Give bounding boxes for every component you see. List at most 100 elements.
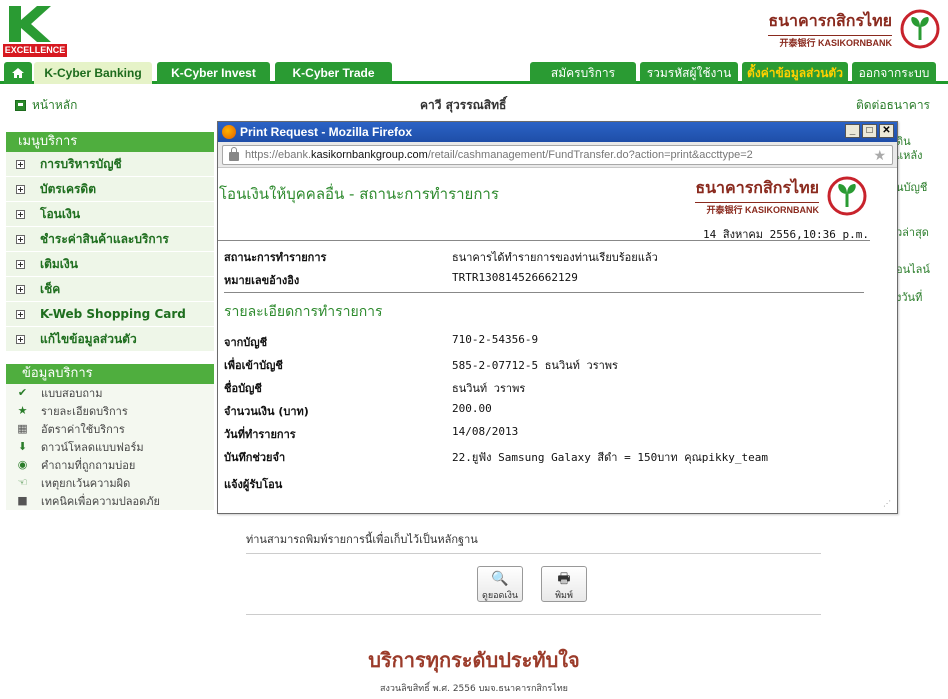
lock-icon: [229, 146, 239, 161]
svc-item-label: เหตุยกเว้นความผิด: [41, 477, 131, 490]
bank-name-thai: ธนาคารกสิกรไทย: [695, 178, 819, 197]
service-menu-title: เมนูบริการ: [6, 132, 214, 152]
detail-label: เพื่อเข้าบัญชี: [224, 359, 283, 372]
check-icon: ✔: [17, 386, 28, 399]
menu-item-shopping-card[interactable]: K-Web Shopping Card: [6, 302, 214, 327]
detail-value: 200.00: [452, 402, 492, 415]
svc-item-label: เทคนิคเพื่อความปลอดภัย: [41, 495, 160, 508]
kbank-excellence-logo: EXCELLENCE: [3, 4, 67, 58]
menu-item-label: เติมเงิน: [40, 256, 78, 271]
faq-icon: ◉: [17, 458, 28, 471]
print-button[interactable]: 🖶 พิมพ์: [541, 566, 587, 602]
expand-icon: [16, 234, 25, 244]
svc-item-details[interactable]: ★ รายละเอียดบริการ: [6, 402, 214, 420]
lock-icon: ■: [17, 494, 28, 507]
bank-name-english: 开泰银行 KASIKORNBANK: [768, 35, 892, 49]
svc-item-security[interactable]: ■ เทคนิคเพื่อความปลอดภัย: [6, 492, 214, 510]
detail-label: บันทึกช่วยจำ: [224, 451, 286, 464]
home-link[interactable]: หน้าหลัก: [15, 96, 77, 115]
service-info-title: ข้อมูลบริการ: [6, 364, 214, 384]
main-tab-bar: K-Cyber Banking K-Cyber Invest K-Cyber T…: [0, 62, 948, 84]
url-path: /retail/cashmanagement/FundTransfer.do?a…: [427, 149, 753, 161]
slogan: บริการทุกระดับประทับใจ: [368, 648, 580, 672]
calculator-icon: ▦: [17, 422, 28, 435]
url-prefix: https://ebank.: [245, 149, 312, 161]
url-host: kasikornbankgroup.com: [311, 149, 428, 161]
menu-item-edit-profile[interactable]: แก้ไขข้อมูลส่วนตัว: [6, 327, 214, 352]
svc-item-download[interactable]: ⬇ ดาวน์โหลดแบบฟอร์ม: [6, 438, 214, 456]
tab-k-cyber-invest[interactable]: K-Cyber Invest: [157, 62, 270, 84]
excellence-tag: EXCELLENCE: [3, 44, 67, 57]
bank-name-english: 开泰银行 KASIKORNBANK: [695, 202, 819, 216]
bookmark-star-icon[interactable]: ★: [873, 147, 886, 164]
menu-item-account-management[interactable]: การบริหารบัญชี: [6, 152, 214, 177]
maximize-button[interactable]: □: [862, 124, 877, 138]
home-square-icon: [15, 100, 26, 111]
sub-bar: หน้าหลัก คาวี สุวรรณสิทธิ์ ติดต่อธนาคาร: [0, 88, 948, 118]
print-request-window: Print Request - Mozilla Firefox _ □ ✕ ht…: [217, 121, 898, 514]
star-icon: ★: [17, 404, 28, 417]
svc-item-disclaimer[interactable]: ☜ เหตุยกเว้นความผิด: [6, 474, 214, 492]
reference-label: หมายเลขอ้างอิง: [224, 274, 300, 287]
expand-icon: [16, 259, 25, 269]
view-balance-label: ดูยอดเงิน: [482, 591, 518, 601]
fragment-text: ังวันที่: [896, 291, 923, 304]
download-icon: ⬇: [17, 440, 28, 453]
tab-k-cyber-banking[interactable]: K-Cyber Banking: [34, 62, 152, 84]
tab-user-ids[interactable]: รวมรหัสผู้ใช้งาน: [640, 62, 738, 84]
reference-value: TRTR130814526662129: [452, 271, 578, 284]
svc-item-survey[interactable]: ✔ แบบสอบถาม: [6, 384, 214, 402]
print-page-content: โอนเงินให้บุคคลอื่น - สถานะการทำรายการ ธ…: [218, 168, 897, 513]
menu-item-transfer[interactable]: โอนเงิน: [6, 202, 214, 227]
detail-label: จำนวนเงิน (บาท): [224, 405, 309, 418]
action-buttons: 🔍 ดูยอดเงิน 🖶 พิมพ์: [477, 566, 587, 602]
details-section-title: รายละเอียดการทำรายการ: [224, 304, 383, 320]
menu-item-label: K-Web Shopping Card: [40, 307, 186, 321]
detail-value: 585-2-07712-5 ธนวินท์ วราพร: [452, 359, 618, 372]
copyright: สงวนลิขสิทธิ์ พ.ศ. 2556 บมจ.ธนาคารกสิกรไ…: [380, 684, 568, 694]
svc-item-fees[interactable]: ▦ อัตราค่าใช้บริการ: [6, 420, 214, 438]
service-info-panel: ข้อมูลบริการ ✔ แบบสอบถาม ★ รายละเอียดบริกา…: [6, 364, 214, 510]
menu-item-label: ชำระค่าสินค้าและบริการ: [40, 231, 169, 246]
reference-row: หมายเลขอ้างอิง TRTR130814526662129: [224, 271, 578, 289]
home-tab[interactable]: [4, 62, 32, 84]
tab-settings[interactable]: ตั้งค่าข้อมูลส่วนตัว: [742, 62, 848, 84]
url-field[interactable]: https://ebank. kasikornbankgroup.com/reta…: [222, 145, 893, 165]
detail-row-account-name: ชื่อบัญชี ธนวินท์ วราพร: [224, 379, 525, 397]
tab-register[interactable]: สมัครบริการ: [530, 62, 636, 84]
menu-item-label: การบริหารบัญชี: [40, 156, 122, 171]
divider: [246, 614, 821, 615]
menu-item-label: บัตรเครดิต: [40, 181, 97, 196]
view-balance-button[interactable]: 🔍 ดูยอดเงิน: [477, 566, 523, 602]
expand-icon: [16, 209, 25, 219]
resize-grip-icon[interactable]: ⋰: [883, 499, 893, 509]
detail-row-amount: จำนวนเงิน (บาท) 200.00: [224, 402, 492, 420]
menu-item-cheque[interactable]: เช็ค: [6, 277, 214, 302]
expand-icon: [16, 284, 25, 294]
detail-row-notify: แจ้งผู้รับโอน: [224, 475, 452, 493]
svc-item-faq[interactable]: ◉ คำถามที่ถูกถามบ่อย: [6, 456, 214, 474]
close-button[interactable]: ✕: [879, 124, 894, 138]
svc-item-label: ดาวน์โหลดแบบฟอร์ม: [41, 441, 144, 454]
detail-row-memo: บันทึกช่วยจำ 22.ยูฟัง Samsung Galaxy สีด…: [224, 448, 768, 466]
menu-item-credit-card[interactable]: บัตรเครดิต: [6, 177, 214, 202]
menu-item-top-up[interactable]: เติมเงิน: [6, 252, 214, 277]
detail-row-date: วันที่ทำรายการ 14/08/2013: [224, 425, 518, 443]
svc-item-label: อัตราค่าใช้บริการ: [41, 423, 125, 436]
tab-k-cyber-trade[interactable]: K-Cyber Trade: [275, 62, 392, 84]
expand-icon: [16, 309, 25, 319]
menu-item-bill-payment[interactable]: ชำระค่าสินค้าและบริการ: [6, 227, 214, 252]
window-title: Print Request - Mozilla Firefox: [240, 125, 413, 139]
detail-row-to-account: เพื่อเข้าบัญชี 585-2-07712-5 ธนวินท์ วรา…: [224, 356, 618, 374]
window-titlebar[interactable]: Print Request - Mozilla Firefox _ □ ✕: [218, 122, 897, 142]
contact-bank-link[interactable]: ติดต่อธนาคาร: [856, 96, 930, 115]
user-name: คาวี สุวรรณสิทธิ์: [420, 98, 507, 112]
status-label: สถานะการทำรายการ: [224, 251, 327, 264]
menu-item-label: แก้ไขข้อมูลส่วนตัว: [40, 331, 137, 346]
home-link-label: หน้าหลัก: [32, 98, 78, 112]
menu-item-label: เช็ค: [40, 281, 61, 296]
print-bank-brand: ธนาคารกสิกรไทย 开泰银行 KASIKORNBANK: [695, 176, 867, 216]
minimize-button[interactable]: _: [845, 124, 860, 138]
detail-value: 710-2-54356-9: [452, 333, 539, 346]
tab-logout[interactable]: ออกจากระบบ: [852, 62, 936, 84]
